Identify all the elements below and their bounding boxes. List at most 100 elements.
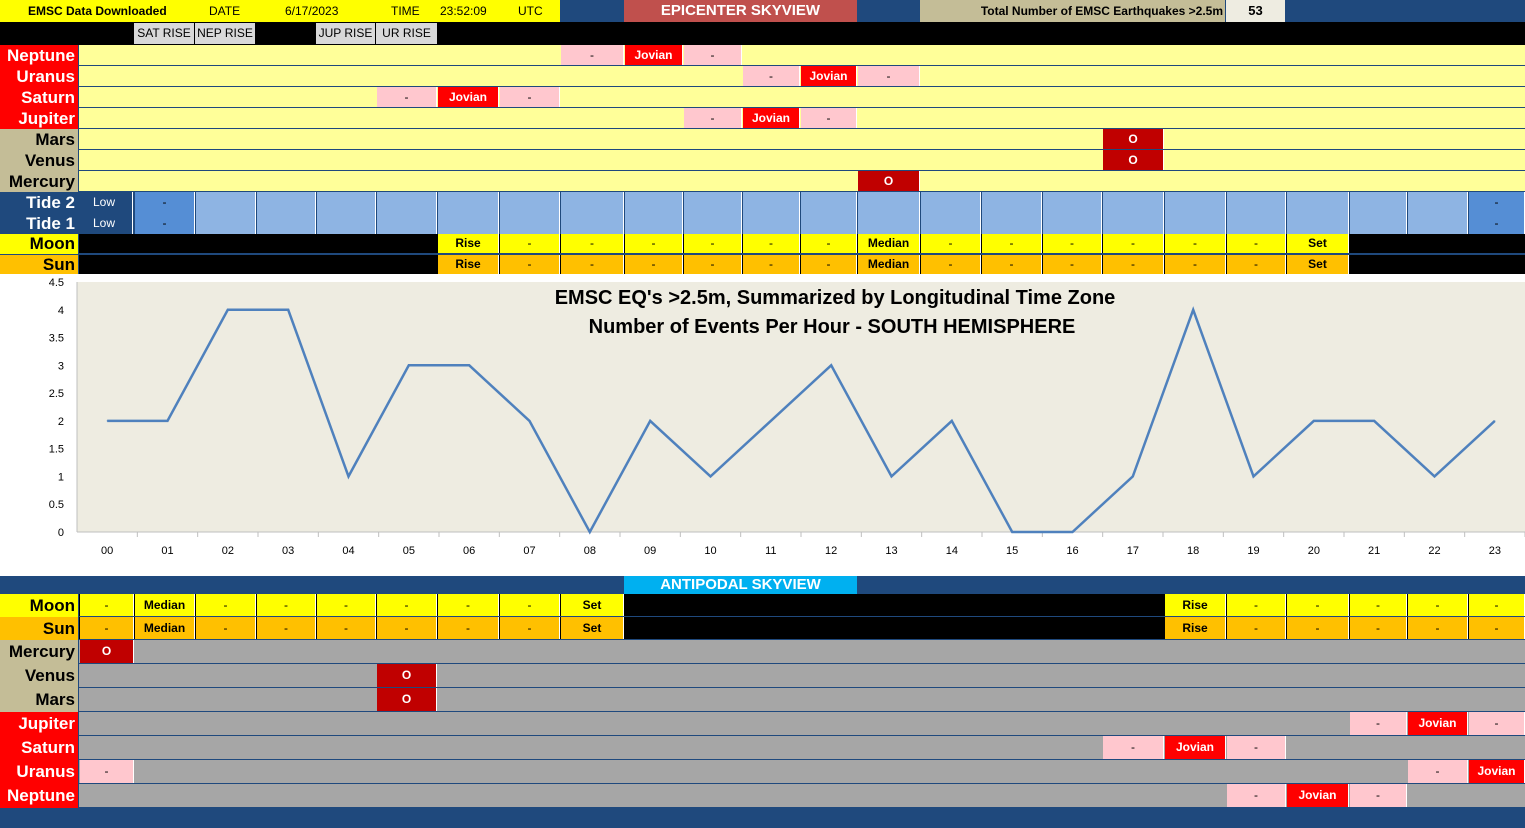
- x-tick-label: 00: [101, 545, 113, 557]
- sun-cell: -: [1227, 255, 1286, 274]
- y-tick-label: 1.5: [49, 444, 64, 456]
- time-value: 23:52:09: [440, 4, 487, 18]
- antipodal-moon-cell: Rise: [1165, 594, 1226, 616]
- tide-cell: [317, 213, 376, 234]
- antipodal-moon-cell: -: [196, 594, 256, 616]
- antipodal-planet-label: Venus: [0, 664, 78, 688]
- antipodal-moon-cell: -: [80, 594, 134, 616]
- antipodal-planet-label: Mercury: [0, 640, 78, 664]
- planet-cell: -: [561, 45, 624, 65]
- data-point: [348, 475, 349, 477]
- events-per-hour-chart: EMSC EQ's >2.5m, Summarized by Longitudi…: [49, 277, 1525, 557]
- tide-cell: [1043, 192, 1102, 213]
- moon-cell: Rise: [438, 234, 499, 253]
- antipodal-planet-label: Jupiter: [0, 712, 78, 736]
- tide-cell: [1227, 192, 1286, 213]
- data-point: [408, 364, 410, 366]
- tide-cell: [1408, 213, 1468, 234]
- antipodal-moon-cell: -: [1469, 594, 1525, 616]
- antipodal-moon-cell: -: [500, 594, 560, 616]
- x-tick-label: 02: [222, 545, 234, 557]
- antipodal-sun-label: Sun: [0, 617, 78, 640]
- planet-cell: -: [684, 45, 742, 65]
- tide-cell-value: -: [135, 192, 195, 213]
- data-point: [710, 475, 711, 477]
- total-value: 53: [1226, 0, 1285, 22]
- x-tick-label: 12: [825, 545, 837, 557]
- data-point: [1373, 420, 1375, 422]
- antipodal-planet-row: [79, 712, 1525, 735]
- antipodal-planet-row: [79, 736, 1525, 759]
- sun-cell: -: [1103, 255, 1164, 274]
- antipodal-sun-cell: -: [1469, 617, 1525, 639]
- tide-cell: [1165, 192, 1226, 213]
- antipodal-sun-cell: -: [1227, 617, 1286, 639]
- tide-cell: [1350, 213, 1407, 234]
- antipodal-planet-cell: O: [377, 664, 437, 687]
- antipodal-sun-cell: -: [377, 617, 437, 639]
- sun-label: Sun: [0, 255, 78, 275]
- antipodal-sun-cell: -: [438, 617, 499, 639]
- tide-cell: [684, 192, 742, 213]
- data-point: [287, 309, 289, 311]
- moon-cell: -: [1103, 234, 1164, 253]
- moon-cell: -: [500, 234, 560, 253]
- tide-cell: [625, 213, 683, 234]
- planet-row-mercury: [79, 171, 1525, 191]
- chart-subtitle: Number of Events Per Hour - SOUTH HEMISP…: [589, 316, 1076, 338]
- x-tick-label: 23: [1489, 545, 1501, 557]
- tide-cell-value: -: [1469, 192, 1525, 213]
- data-point: [106, 420, 108, 422]
- tide-cell: [982, 192, 1042, 213]
- antipodal-planet-cell: -: [1408, 760, 1468, 783]
- data-point: [770, 420, 772, 422]
- sun-cell: -: [982, 255, 1042, 274]
- y-tick-label: 3.5: [49, 333, 64, 345]
- planet-label-jupiter: Jupiter: [0, 108, 78, 129]
- x-tick-label: 19: [1247, 545, 1259, 557]
- date-value: 6/17/2023: [285, 4, 339, 18]
- planet-label-venus: Venus: [0, 150, 78, 171]
- planet-cell: O: [858, 171, 920, 191]
- x-tick-label: 07: [523, 545, 535, 557]
- antipodal-planet-row: [79, 688, 1525, 711]
- antipodal-sun-cell: Rise: [1165, 617, 1226, 639]
- epicenter-title: EPICENTER SKYVIEW: [624, 0, 857, 22]
- data-point: [589, 531, 591, 533]
- antipodal-title: ANTIPODAL SKYVIEW: [624, 576, 857, 594]
- antipodal-planet-cell: -: [1227, 736, 1286, 759]
- tide-cell: [561, 213, 624, 234]
- moon-cell: -: [743, 234, 800, 253]
- download-label: EMSC Data Downloaded: [28, 4, 167, 18]
- tide-cell: [1103, 213, 1164, 234]
- x-tick-label: 09: [644, 545, 656, 557]
- tide-label: Tide 2: [0, 192, 78, 213]
- moon-cell: -: [1043, 234, 1102, 253]
- planet-label-mercury: Mercury: [0, 171, 78, 192]
- y-tick-label: 4.5: [49, 277, 64, 289]
- planet-cell: Jovian: [625, 45, 683, 65]
- antipodal-planet-cell: -: [1350, 784, 1407, 807]
- planet-row-mars: [79, 129, 1525, 149]
- tide-label: Tide 1: [0, 213, 78, 234]
- antipodal-planet-row: [79, 760, 1525, 783]
- x-tick-label: 05: [403, 545, 415, 557]
- x-tick-label: 17: [1127, 545, 1139, 557]
- antipodal-sun-cell: -: [196, 617, 256, 639]
- moon-cell: -: [1165, 234, 1226, 253]
- tide-cell: [257, 192, 316, 213]
- antipodal-planet-row: [79, 664, 1525, 687]
- tide-cell: [1408, 192, 1468, 213]
- tide-cell: [438, 213, 499, 234]
- x-tick-label: 15: [1006, 545, 1018, 557]
- data-point: [468, 364, 470, 366]
- tide-cell: [743, 192, 800, 213]
- antipodal-planet-cell: -: [1103, 736, 1164, 759]
- planet-cell: -: [500, 87, 560, 107]
- x-tick-label: 08: [584, 545, 596, 557]
- antipodal-moon-cell: -: [377, 594, 437, 616]
- chart-title: EMSC EQ's >2.5m, Summarized by Longitudi…: [555, 287, 1116, 309]
- tide-first: Low: [79, 213, 133, 234]
- x-tick-label: 21: [1368, 545, 1380, 557]
- antipodal-planet-label: Uranus: [0, 760, 78, 784]
